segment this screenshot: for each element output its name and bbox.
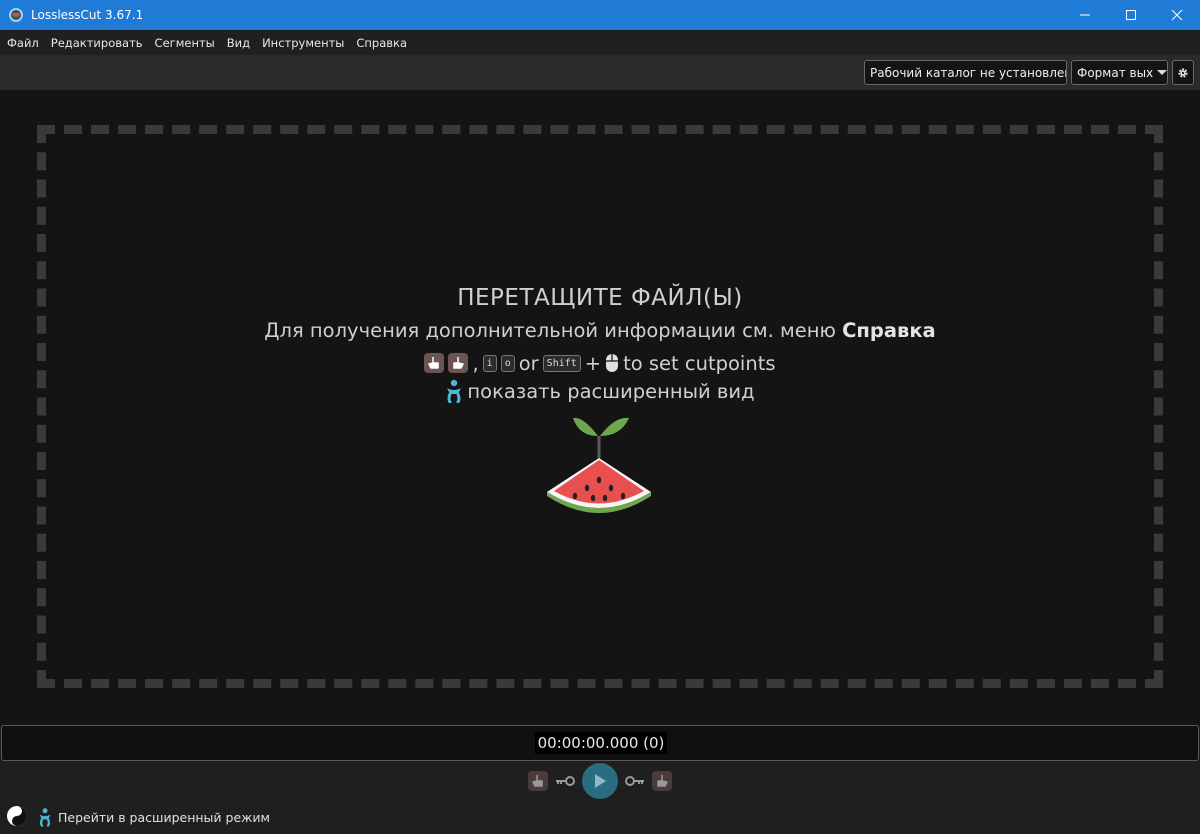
play-button[interactable]: [582, 763, 618, 799]
watermelon-icon: [547, 417, 651, 513]
timeline[interactable]: 00:00:00.000 (0): [1, 725, 1199, 761]
menu-edit[interactable]: Редактировать: [51, 36, 143, 50]
working-directory-button[interactable]: Рабочий каталог не установлен: [864, 60, 1067, 85]
hand-start-icon: [532, 775, 543, 787]
gear-icon: [1178, 67, 1188, 78]
close-button[interactable]: [1154, 0, 1200, 30]
comma: ,: [472, 351, 479, 375]
advanced-mode-button[interactable]: Перейти в расширенный режим: [38, 807, 270, 827]
set-cut-end-button[interactable]: [652, 771, 672, 791]
or-text: or: [518, 351, 539, 375]
plus-text: +: [584, 351, 602, 375]
menu-help[interactable]: Справка: [356, 36, 407, 50]
key-out: o: [500, 354, 515, 372]
bottom-controls: Перейти в расширенный режим: [0, 761, 1200, 834]
title-bar: LosslessCut 3.67.1: [0, 0, 1200, 30]
top-toolbar: Рабочий каталог не установлен Формат вых: [0, 55, 1200, 90]
key-icon: [625, 776, 644, 786]
window-title: LosslessCut 3.67.1: [31, 8, 144, 22]
menu-bar: Файл Редактировать Сегменты Вид Инструме…: [0, 30, 1200, 55]
app-icon: [9, 8, 23, 22]
cutpoints-text: to set cutpoints: [623, 351, 776, 375]
minimize-button[interactable]: [1062, 0, 1108, 30]
baby-icon: [39, 808, 51, 827]
show-advanced-view-link[interactable]: показать расширенный вид: [0, 377, 1200, 405]
hand-end-icon: [448, 353, 469, 373]
settings-button[interactable]: [1172, 60, 1194, 85]
help-prefix: Для получения дополнительной информации …: [264, 319, 836, 342]
cutpoints-hint: , i o or Shift + to set cutpoints: [0, 349, 1200, 377]
set-cut-start-button[interactable]: [528, 771, 548, 791]
maximize-icon: [1126, 10, 1136, 20]
drop-help-text: Для получения дополнительной информации …: [0, 319, 1200, 349]
key-icon: [556, 776, 575, 786]
caret-down-icon: [1157, 70, 1167, 75]
yin-yang-icon[interactable]: [6, 805, 28, 827]
advanced-view-text: показать расширенный вид: [467, 379, 755, 403]
menu-file[interactable]: Файл: [7, 36, 39, 50]
mouse-icon: [606, 354, 619, 372]
drop-instructions: ПЕРЕТАЩИТЕ ФАЙЛ(Ы) Для получения дополни…: [0, 285, 1200, 405]
hand-end-icon: [657, 775, 668, 787]
drop-area[interactable]: ПЕРЕТАЩИТЕ ФАЙЛ(Ы) Для получения дополни…: [0, 90, 1200, 725]
help-menu-name: Справка: [842, 319, 936, 342]
key-shift: Shift: [542, 354, 581, 372]
play-icon: [595, 774, 606, 788]
drop-title: ПЕРЕТАЩИТЕ ФАЙЛ(Ы): [457, 285, 743, 311]
dropzone-border: [37, 125, 1163, 688]
menu-tools[interactable]: Инструменты: [262, 36, 344, 50]
maximize-button[interactable]: [1108, 0, 1154, 30]
timecode-display: 00:00:00.000 (0): [2, 726, 1200, 760]
output-format-label: Формат вых: [1077, 65, 1154, 80]
minimize-icon: [1080, 14, 1090, 16]
player-controls: [0, 763, 1200, 799]
key-in: i: [482, 354, 497, 372]
menu-segments[interactable]: Сегменты: [155, 36, 215, 50]
baby-icon: [447, 379, 462, 403]
output-format-select[interactable]: Формат вых: [1071, 60, 1168, 85]
jump-cut-start-button[interactable]: [554, 773, 576, 789]
hand-start-icon: [424, 353, 445, 373]
menu-view[interactable]: Вид: [227, 36, 250, 50]
timecode-text: 00:00:00.000 (0): [534, 732, 668, 754]
close-icon: [1171, 9, 1183, 21]
advanced-mode-label: Перейти в расширенный режим: [58, 809, 270, 825]
window-controls: [1062, 0, 1200, 30]
jump-cut-end-button[interactable]: [624, 773, 646, 789]
